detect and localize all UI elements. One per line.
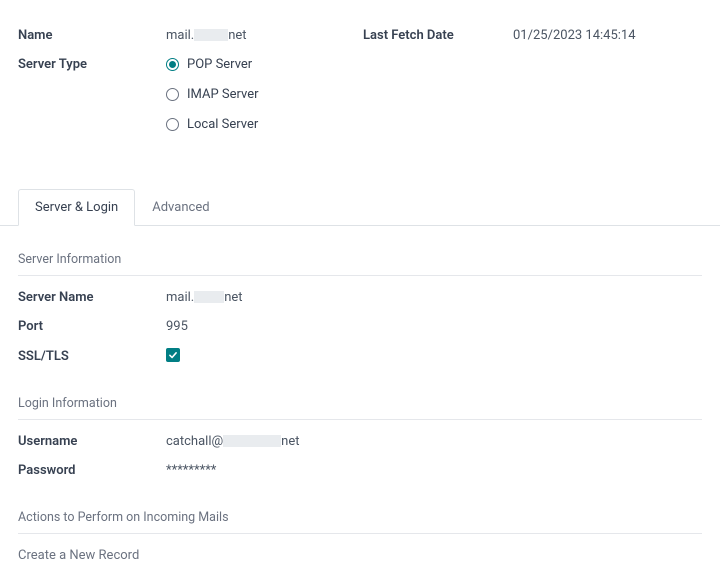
- create-record-label[interactable]: Create a New Record: [18, 548, 139, 563]
- name-value-pre: mail.: [166, 28, 194, 43]
- tabs-bar: Server & Login Advanced: [0, 188, 720, 226]
- server-name-pre: mail.: [166, 290, 194, 305]
- server-type-radio-group: POP Server IMAP Server Local Server: [166, 57, 259, 132]
- server-type-label: Server Type: [18, 57, 166, 72]
- redacted-text: [223, 435, 281, 447]
- tab-server-login[interactable]: Server & Login: [18, 189, 135, 226]
- radio-label-local: Local Server: [187, 117, 258, 132]
- radio-imap-server[interactable]: IMAP Server: [166, 87, 259, 102]
- port-label: Port: [18, 319, 166, 334]
- username-row: Username catchall@ net: [18, 434, 702, 449]
- redacted-text: [194, 291, 224, 303]
- password-row: Password *********: [18, 463, 702, 478]
- server-type-row: Server Type POP Server IMAP Server Local…: [18, 57, 702, 132]
- check-icon: [166, 348, 180, 362]
- ssl-row: SSL/TLS: [18, 348, 702, 364]
- name-and-fetch-row: Name mail. net Last Fetch Date 01/25/2023…: [18, 28, 702, 43]
- port-value[interactable]: 995: [166, 319, 188, 334]
- radio-pop-server[interactable]: POP Server: [166, 57, 259, 72]
- radio-icon: [166, 88, 179, 101]
- server-name-row: Server Name mail. net: [18, 290, 702, 305]
- divider: [18, 419, 702, 420]
- radio-local-server[interactable]: Local Server: [166, 117, 259, 132]
- username-value[interactable]: catchall@ net: [166, 434, 300, 449]
- tab-panel-server-login: Server Information Server Name mail.net …: [0, 226, 720, 587]
- server-name-label: Server Name: [18, 290, 166, 305]
- last-fetch-value: 01/25/2023 14:45:14: [513, 28, 636, 43]
- ssl-checkbox[interactable]: [166, 348, 180, 364]
- divider: [18, 275, 702, 276]
- tab-advanced[interactable]: Advanced: [135, 189, 226, 226]
- ssl-label: SSL/TLS: [18, 349, 166, 364]
- radio-label-pop: POP Server: [187, 57, 252, 72]
- name-value-post: net: [228, 28, 246, 43]
- server-name-post: net: [224, 290, 242, 305]
- username-pre: catchall@: [166, 434, 223, 449]
- login-info-title: Login Information: [18, 396, 702, 411]
- server-info-title: Server Information: [18, 252, 702, 267]
- password-value[interactable]: *********: [166, 463, 216, 478]
- divider: [18, 533, 702, 534]
- radio-label-imap: IMAP Server: [187, 87, 259, 102]
- name-value: mail. net: [166, 28, 247, 43]
- port-row: Port 995: [18, 319, 702, 334]
- name-label: Name: [18, 28, 166, 43]
- header-section: Name mail. net Last Fetch Date 01/25/2023…: [0, 0, 720, 166]
- redacted-text: [194, 29, 228, 41]
- actions-title: Actions to Perform on Incoming Mails: [18, 510, 702, 525]
- username-label: Username: [18, 434, 166, 449]
- radio-icon: [166, 118, 179, 131]
- last-fetch-label: Last Fetch Date: [363, 28, 513, 43]
- password-label: Password: [18, 463, 166, 478]
- create-record-row: Create a New Record: [18, 548, 702, 563]
- form-container: Name mail. net Last Fetch Date 01/25/2023…: [0, 0, 720, 587]
- username-post: net: [281, 434, 299, 449]
- server-name-value[interactable]: mail. net: [166, 290, 243, 305]
- radio-icon: [166, 58, 179, 71]
